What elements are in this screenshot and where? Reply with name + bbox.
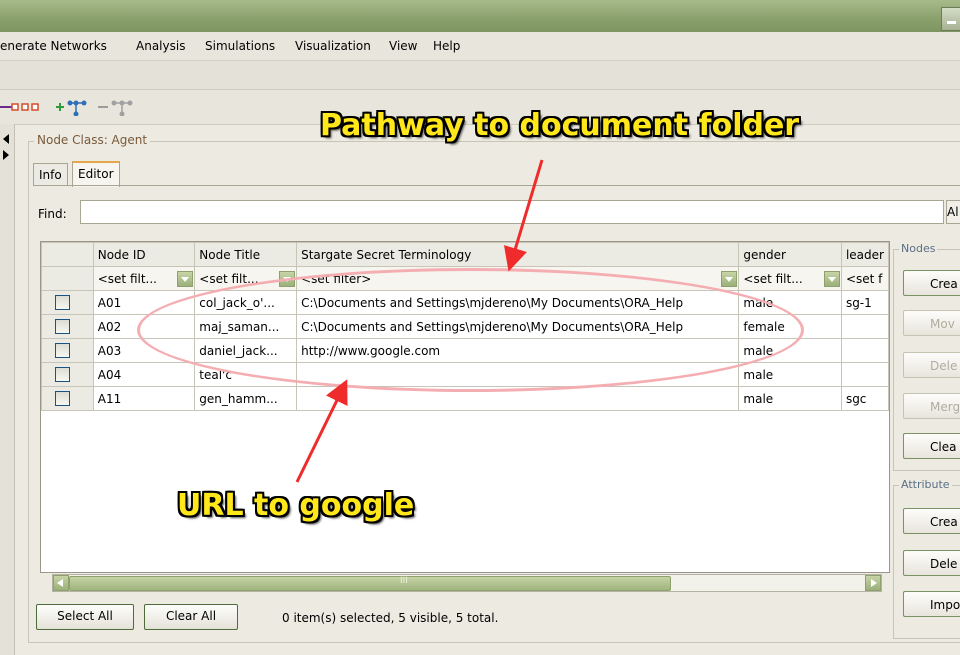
delete-node-button[interactable]: Dele	[903, 352, 960, 378]
filter-leader-value: <set f	[845, 271, 883, 286]
filter-gender[interactable]: <set filt...	[738, 266, 842, 291]
menu-analysis[interactable]: Analysis	[136, 39, 185, 53]
cell-node-title[interactable]: gen_hamm...	[194, 386, 298, 411]
cell-leader[interactable]	[840, 362, 890, 387]
expand-right-icon[interactable]	[3, 150, 9, 160]
row-checkbox[interactable]	[55, 367, 70, 382]
create-attribute-button[interactable]: Crea	[903, 508, 960, 534]
annotation-google-url: URL to google	[177, 488, 415, 523]
cell-leader[interactable]: sg-1	[840, 290, 890, 315]
scrollbar-grip: III	[400, 576, 408, 586]
merge-node-button[interactable]: Merg	[903, 393, 960, 419]
header-select-column	[41, 242, 94, 267]
clear-all-button[interactable]: Clear All	[144, 604, 238, 630]
find-all-button[interactable]: Al	[946, 200, 960, 224]
chevron-down-icon[interactable]	[177, 271, 194, 287]
scroll-left-button[interactable]	[53, 575, 69, 591]
find-input[interactable]	[80, 200, 944, 224]
nodes-group-title: Nodes	[899, 242, 938, 255]
column-header-node-title[interactable]: Node Title	[194, 242, 298, 267]
column-header-leader[interactable]: leader	[840, 242, 890, 267]
delete-attribute-button[interactable]: Dele	[903, 550, 960, 576]
filter-node-id[interactable]: <set filt...	[92, 266, 196, 291]
menu-visualization[interactable]: Visualization	[295, 39, 371, 53]
selection-status: 0 item(s) selected, 5 visible, 5 total.	[282, 611, 499, 625]
chevron-left-icon	[57, 579, 63, 587]
window-titlebar	[0, 0, 960, 32]
column-header-node-id[interactable]: Node ID	[92, 242, 196, 267]
clear-node-button[interactable]: Clea	[903, 433, 960, 459]
move-node-button[interactable]: Mov	[903, 310, 960, 336]
select-all-button[interactable]: Select All	[36, 604, 134, 630]
cell-node-id[interactable]: A11	[92, 386, 196, 411]
link-nodes-icon[interactable]	[0, 98, 46, 116]
cell-leader[interactable]	[840, 338, 890, 363]
tab-info[interactable]: Info	[33, 163, 68, 186]
row-checkbox[interactable]	[55, 295, 70, 310]
menu-view[interactable]: View	[389, 39, 417, 53]
cell-leader[interactable]	[840, 314, 890, 339]
minimize-button[interactable]	[941, 7, 960, 31]
cell-gender[interactable]: male	[738, 362, 842, 387]
collapse-left-icon[interactable]	[3, 134, 9, 144]
scroll-right-button[interactable]	[865, 575, 881, 591]
tab-divider	[33, 185, 960, 186]
menu-bar: enerate Networks Analysis Simulations Vi…	[0, 32, 960, 61]
find-label: Find:	[38, 207, 67, 221]
row-checkbox[interactable]	[55, 391, 70, 406]
menu-simulations[interactable]: Simulations	[205, 39, 275, 53]
left-collapse-strip	[0, 124, 15, 655]
add-network-icon[interactable]	[54, 98, 90, 116]
filter-gender-value: <set filt...	[743, 271, 803, 286]
filter-select-column	[41, 266, 94, 291]
chevron-down-icon[interactable]	[721, 271, 738, 287]
attributes-group-title: Attribute	[899, 478, 952, 491]
panel-title: Node Class: Agent	[34, 133, 151, 147]
scrollbar-thumb[interactable]: III	[69, 576, 671, 591]
highlight-ellipse	[137, 268, 804, 392]
remove-network-icon[interactable]	[96, 98, 136, 116]
import-attribute-button[interactable]: Impo	[903, 591, 960, 617]
column-header-gender[interactable]: gender	[738, 242, 842, 267]
create-node-button[interactable]: Crea	[903, 270, 960, 296]
tab-editor[interactable]: Editor	[72, 161, 120, 187]
horizontal-scrollbar[interactable]: III	[52, 574, 882, 592]
row-checkbox[interactable]	[55, 343, 70, 358]
row-checkbox[interactable]	[55, 319, 70, 334]
menu-help[interactable]: Help	[433, 39, 460, 53]
filter-leader[interactable]: <set f	[840, 266, 890, 291]
menu-generate-networks[interactable]: enerate Networks	[0, 39, 107, 53]
cell-leader[interactable]: sgc	[840, 386, 890, 411]
chevron-right-icon	[871, 579, 877, 587]
annotation-document-folder: Pathway to document folder	[320, 108, 800, 143]
secondary-bar	[0, 61, 960, 90]
cell-gender[interactable]: male	[738, 386, 842, 411]
column-header-terminology[interactable]: Stargate Secret Terminology	[296, 242, 740, 267]
cell-node-id[interactable]: A04	[92, 362, 196, 387]
chevron-down-icon[interactable]	[823, 271, 840, 287]
filter-node-id-value: <set filt...	[97, 271, 157, 286]
